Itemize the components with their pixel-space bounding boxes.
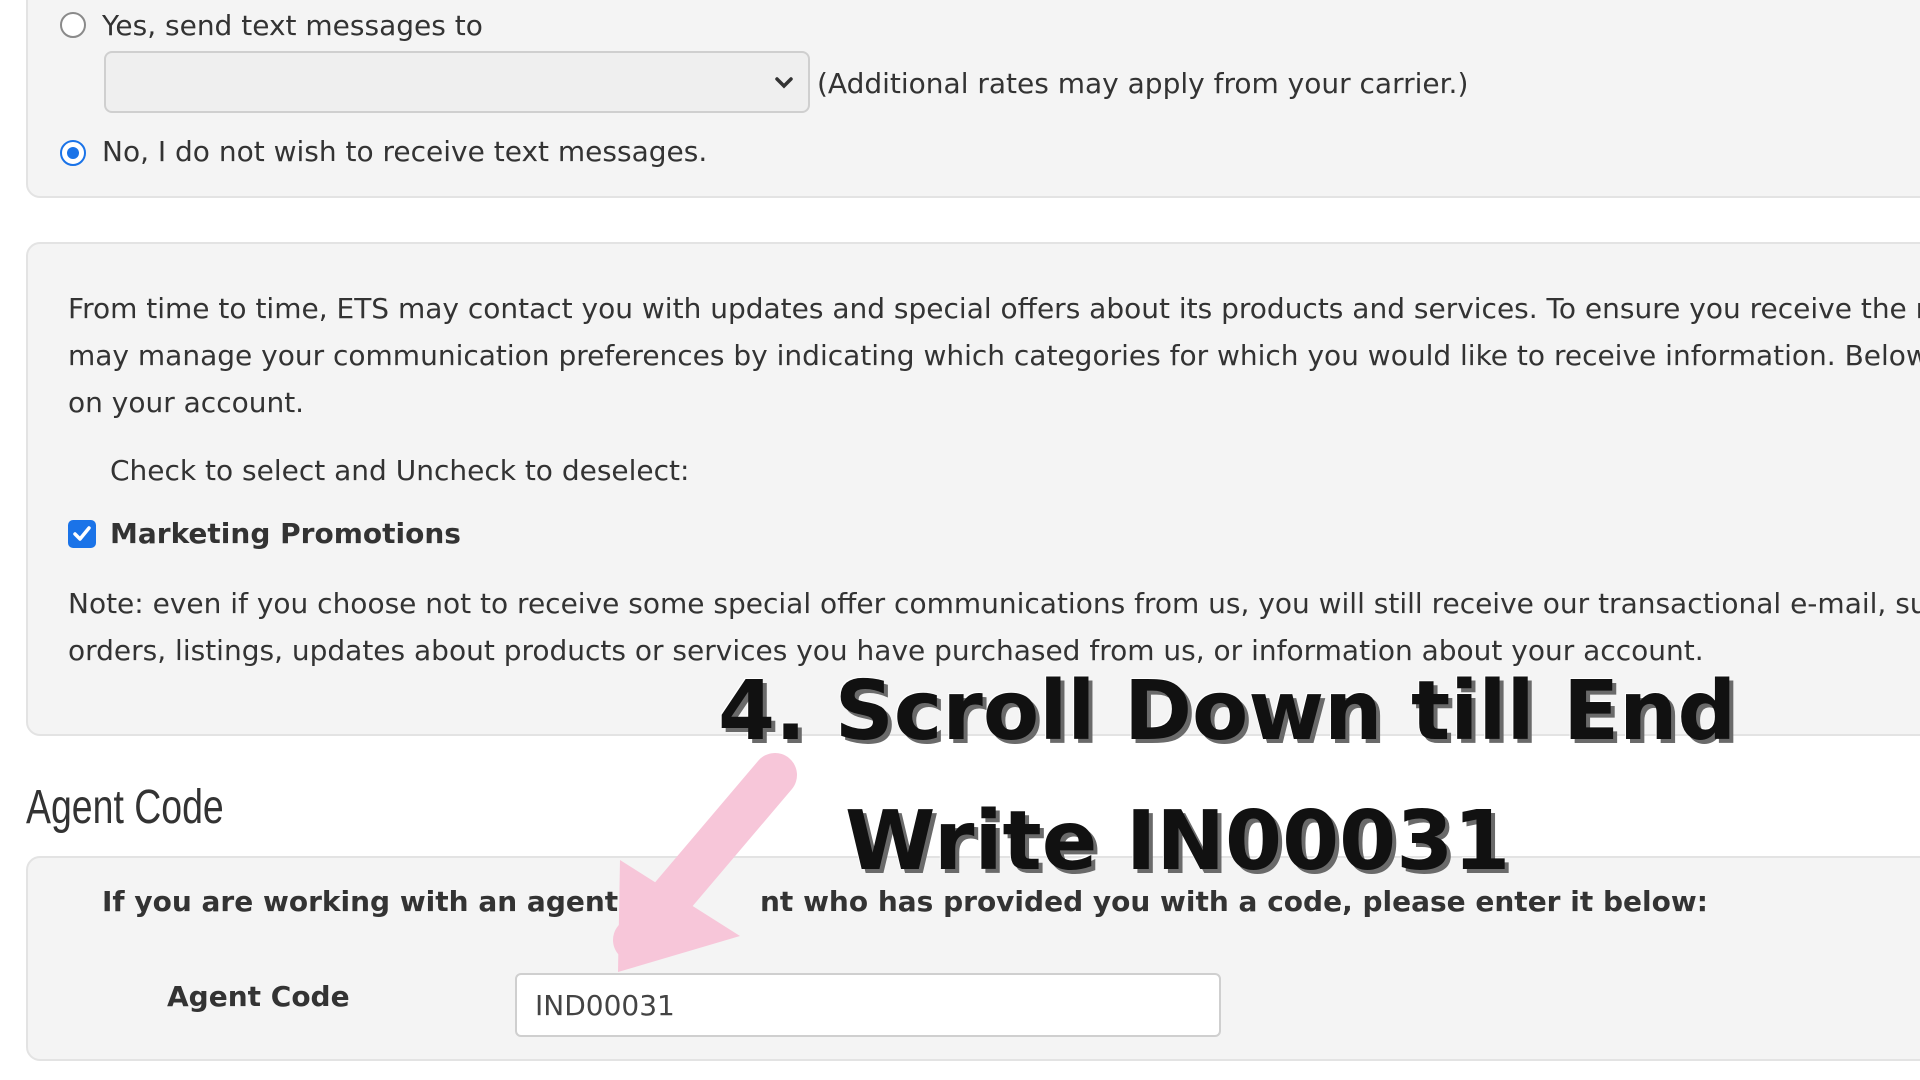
overlay-step-line: 4. Scroll Down till End [718, 664, 1737, 759]
note-line-1: Note: even if you choose not to receive … [68, 587, 1920, 620]
marketing-promotions-label[interactable]: Marketing Promotions [110, 510, 461, 557]
intro-line-2: may manage your communication preference… [68, 339, 1920, 372]
carrier-select[interactable] [104, 51, 810, 113]
checkmark-icon [73, 526, 91, 541]
rates-note: (Additional rates may apply from your ca… [817, 67, 1469, 100]
agent-code-label: Agent Code [167, 980, 350, 1013]
marketing-promotions-checkbox[interactable] [68, 520, 96, 548]
intro-line-3: on your account. [68, 386, 305, 419]
sms-no-label: No, I do not wish to receive text messag… [102, 135, 708, 168]
chevron-down-icon [775, 77, 793, 89]
overlay-instruction-line: Write IN00031 [845, 794, 1511, 889]
sms-yes-radio[interactable] [60, 12, 86, 38]
pink-arrow-icon [613, 753, 797, 972]
agent-code-input[interactable] [515, 973, 1221, 1037]
sms-no-radio[interactable] [60, 140, 86, 166]
intro-line-1: From time to time, ETS may contact you w… [68, 292, 1920, 325]
sms-yes-label: Yes, send text messages to [102, 9, 483, 42]
select-instruction: Check to select and Uncheck to deselect: [110, 454, 690, 487]
agent-prompt-end: nt who has provided you with a code, ple… [760, 885, 1708, 918]
agent-code-heading: Agent Code [26, 781, 224, 834]
